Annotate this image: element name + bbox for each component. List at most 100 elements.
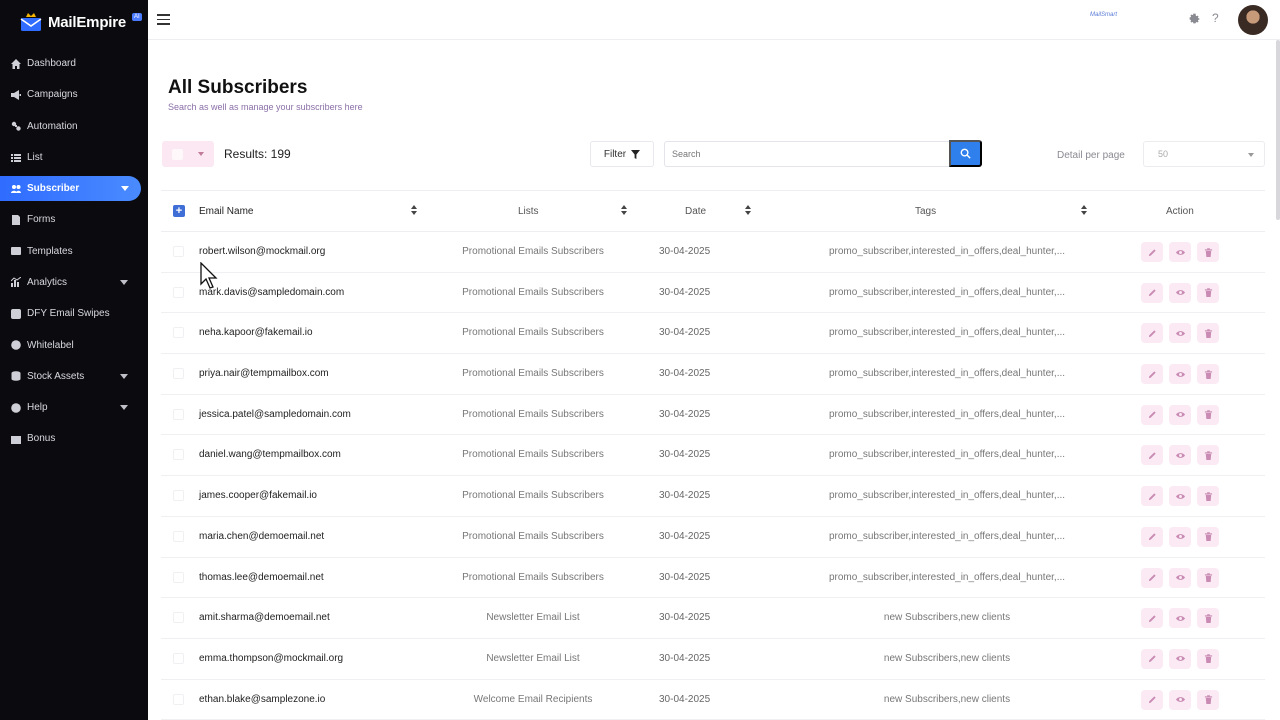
row-checkbox[interactable] <box>173 693 184 705</box>
sidebar-item-stock-assets[interactable]: Stock Assets <box>0 361 148 392</box>
select-all-checkbox[interactable] <box>172 149 183 160</box>
row-tags: promo_subscriber,interested_in_offers,de… <box>828 286 1066 298</box>
sidebar-item-subscriber[interactable]: Subscriber <box>0 176 141 202</box>
view-eye-icon[interactable] <box>1169 608 1191 629</box>
envelope-logo-icon <box>20 12 42 32</box>
row-checkbox[interactable] <box>173 368 184 380</box>
delete-trash-icon[interactable] <box>1197 648 1219 669</box>
view-eye-icon[interactable] <box>1169 445 1191 466</box>
view-eye-icon[interactable] <box>1169 404 1191 425</box>
row-actions <box>1141 404 1219 425</box>
avatar[interactable] <box>1238 5 1268 35</box>
caret-down-icon[interactable] <box>120 404 128 410</box>
sort-lists-icon[interactable] <box>621 205 627 215</box>
delete-trash-icon[interactable] <box>1197 282 1219 303</box>
edit-pencil-icon[interactable] <box>1141 486 1163 507</box>
expand-all-plus-icon[interactable]: + <box>173 205 185 217</box>
caret-down-icon[interactable] <box>120 373 128 379</box>
sort-date-icon[interactable] <box>745 205 751 215</box>
sidebar-item-analytics[interactable]: Analytics <box>0 267 148 298</box>
col-date[interactable]: Date <box>685 206 706 217</box>
delete-trash-icon[interactable] <box>1197 567 1219 588</box>
view-eye-icon[interactable] <box>1169 567 1191 588</box>
sidebar-item-label: Whitelabel <box>27 339 74 351</box>
sidebar-item-automation[interactable]: Automation <box>0 111 148 142</box>
row-checkbox[interactable] <box>173 246 184 257</box>
delete-trash-icon[interactable] <box>1197 364 1219 385</box>
gear-icon[interactable] <box>1188 12 1201 25</box>
edit-pencil-icon[interactable] <box>1141 404 1163 425</box>
edit-pencil-icon[interactable] <box>1141 323 1163 344</box>
delete-trash-icon[interactable] <box>1197 486 1219 507</box>
search-button[interactable] <box>949 140 982 167</box>
delete-trash-icon[interactable] <box>1197 689 1219 710</box>
edit-pencil-icon[interactable] <box>1141 648 1163 669</box>
row-checkbox[interactable] <box>173 286 184 298</box>
sort-email-icon[interactable] <box>411 205 417 215</box>
view-eye-icon[interactable] <box>1169 526 1191 547</box>
edit-pencil-icon[interactable] <box>1141 364 1163 385</box>
brand[interactable]: MailEmpire AI <box>0 0 148 44</box>
row-actions <box>1141 648 1219 669</box>
sidebar-item-forms[interactable]: Forms <box>0 204 148 235</box>
search-input[interactable] <box>664 141 950 167</box>
col-tags[interactable]: Tags <box>915 206 936 217</box>
view-eye-icon[interactable] <box>1169 364 1191 385</box>
edit-pencil-icon[interactable] <box>1141 567 1163 588</box>
edit-pencil-icon[interactable] <box>1141 526 1163 547</box>
row-checkbox[interactable] <box>173 571 184 583</box>
swipe-icon <box>10 308 21 319</box>
sidebar-item-list[interactable]: List <box>0 142 148 173</box>
row-list: Promotional Emails Subscribers <box>462 530 604 542</box>
delete-trash-icon[interactable] <box>1197 404 1219 425</box>
row-checkbox[interactable] <box>173 530 184 542</box>
row-checkbox[interactable] <box>173 449 184 461</box>
sidebar-item-help[interactable]: Help <box>0 392 148 423</box>
edit-pencil-icon[interactable] <box>1141 608 1163 629</box>
row-date: 30-04-2025 <box>659 571 711 583</box>
per-page-select[interactable]: 50 <box>1143 141 1265 167</box>
sidebar-item-whitelabel[interactable]: Whitelabel <box>0 329 148 360</box>
search-icon <box>960 148 971 159</box>
view-eye-icon[interactable] <box>1169 486 1191 507</box>
page-subtitle: Search as well as manage your subscriber… <box>168 102 363 112</box>
sidebar-item-bonus[interactable]: Bonus <box>0 423 148 454</box>
caret-down-icon[interactable] <box>121 186 129 192</box>
delete-trash-icon[interactable] <box>1197 608 1219 629</box>
sidebar-item-campaigns[interactable]: Campaigns <box>0 79 148 110</box>
row-checkbox[interactable] <box>173 327 184 339</box>
edit-pencil-icon[interactable] <box>1141 689 1163 710</box>
row-checkbox[interactable] <box>173 652 184 664</box>
view-eye-icon[interactable] <box>1169 282 1191 303</box>
view-eye-icon[interactable] <box>1169 242 1191 262</box>
row-tags: promo_subscriber,interested_in_offers,de… <box>828 571 1066 583</box>
hamburger-menu-icon[interactable] <box>157 14 170 25</box>
delete-trash-icon[interactable] <box>1197 242 1219 262</box>
view-eye-icon[interactable] <box>1169 689 1191 710</box>
view-eye-icon[interactable] <box>1169 323 1191 344</box>
row-email: ethan.blake@samplezone.io <box>199 693 326 705</box>
col-lists[interactable]: Lists <box>518 206 539 217</box>
delete-trash-icon[interactable] <box>1197 445 1219 466</box>
row-date: 30-04-2025 <box>659 693 711 705</box>
edit-pencil-icon[interactable] <box>1141 242 1163 262</box>
row-checkbox[interactable] <box>173 408 184 420</box>
filter-button[interactable]: Filter <box>590 141 654 167</box>
sort-tags-icon[interactable] <box>1081 205 1087 215</box>
row-checkbox[interactable] <box>173 612 184 624</box>
row-checkbox[interactable] <box>173 490 184 502</box>
delete-trash-icon[interactable] <box>1197 526 1219 547</box>
sidebar-item-dashboard[interactable]: Dashboard <box>0 48 148 79</box>
delete-trash-icon[interactable] <box>1197 323 1219 344</box>
col-email-name[interactable]: Email Name <box>199 206 253 217</box>
row-list: Promotional Emails Subscribers <box>462 368 604 380</box>
help-question-icon[interactable]: ? <box>1212 11 1219 25</box>
edit-pencil-icon[interactable] <box>1141 445 1163 466</box>
sidebar-item-templates[interactable]: Templates <box>0 235 148 266</box>
bulk-select-dropdown[interactable] <box>162 141 214 167</box>
row-list: Promotional Emails Subscribers <box>462 286 604 298</box>
view-eye-icon[interactable] <box>1169 648 1191 669</box>
caret-down-icon[interactable] <box>120 279 128 285</box>
edit-pencil-icon[interactable] <box>1141 282 1163 303</box>
sidebar-item-dfy-email-swipes[interactable]: DFY Email Swipes <box>0 298 148 329</box>
